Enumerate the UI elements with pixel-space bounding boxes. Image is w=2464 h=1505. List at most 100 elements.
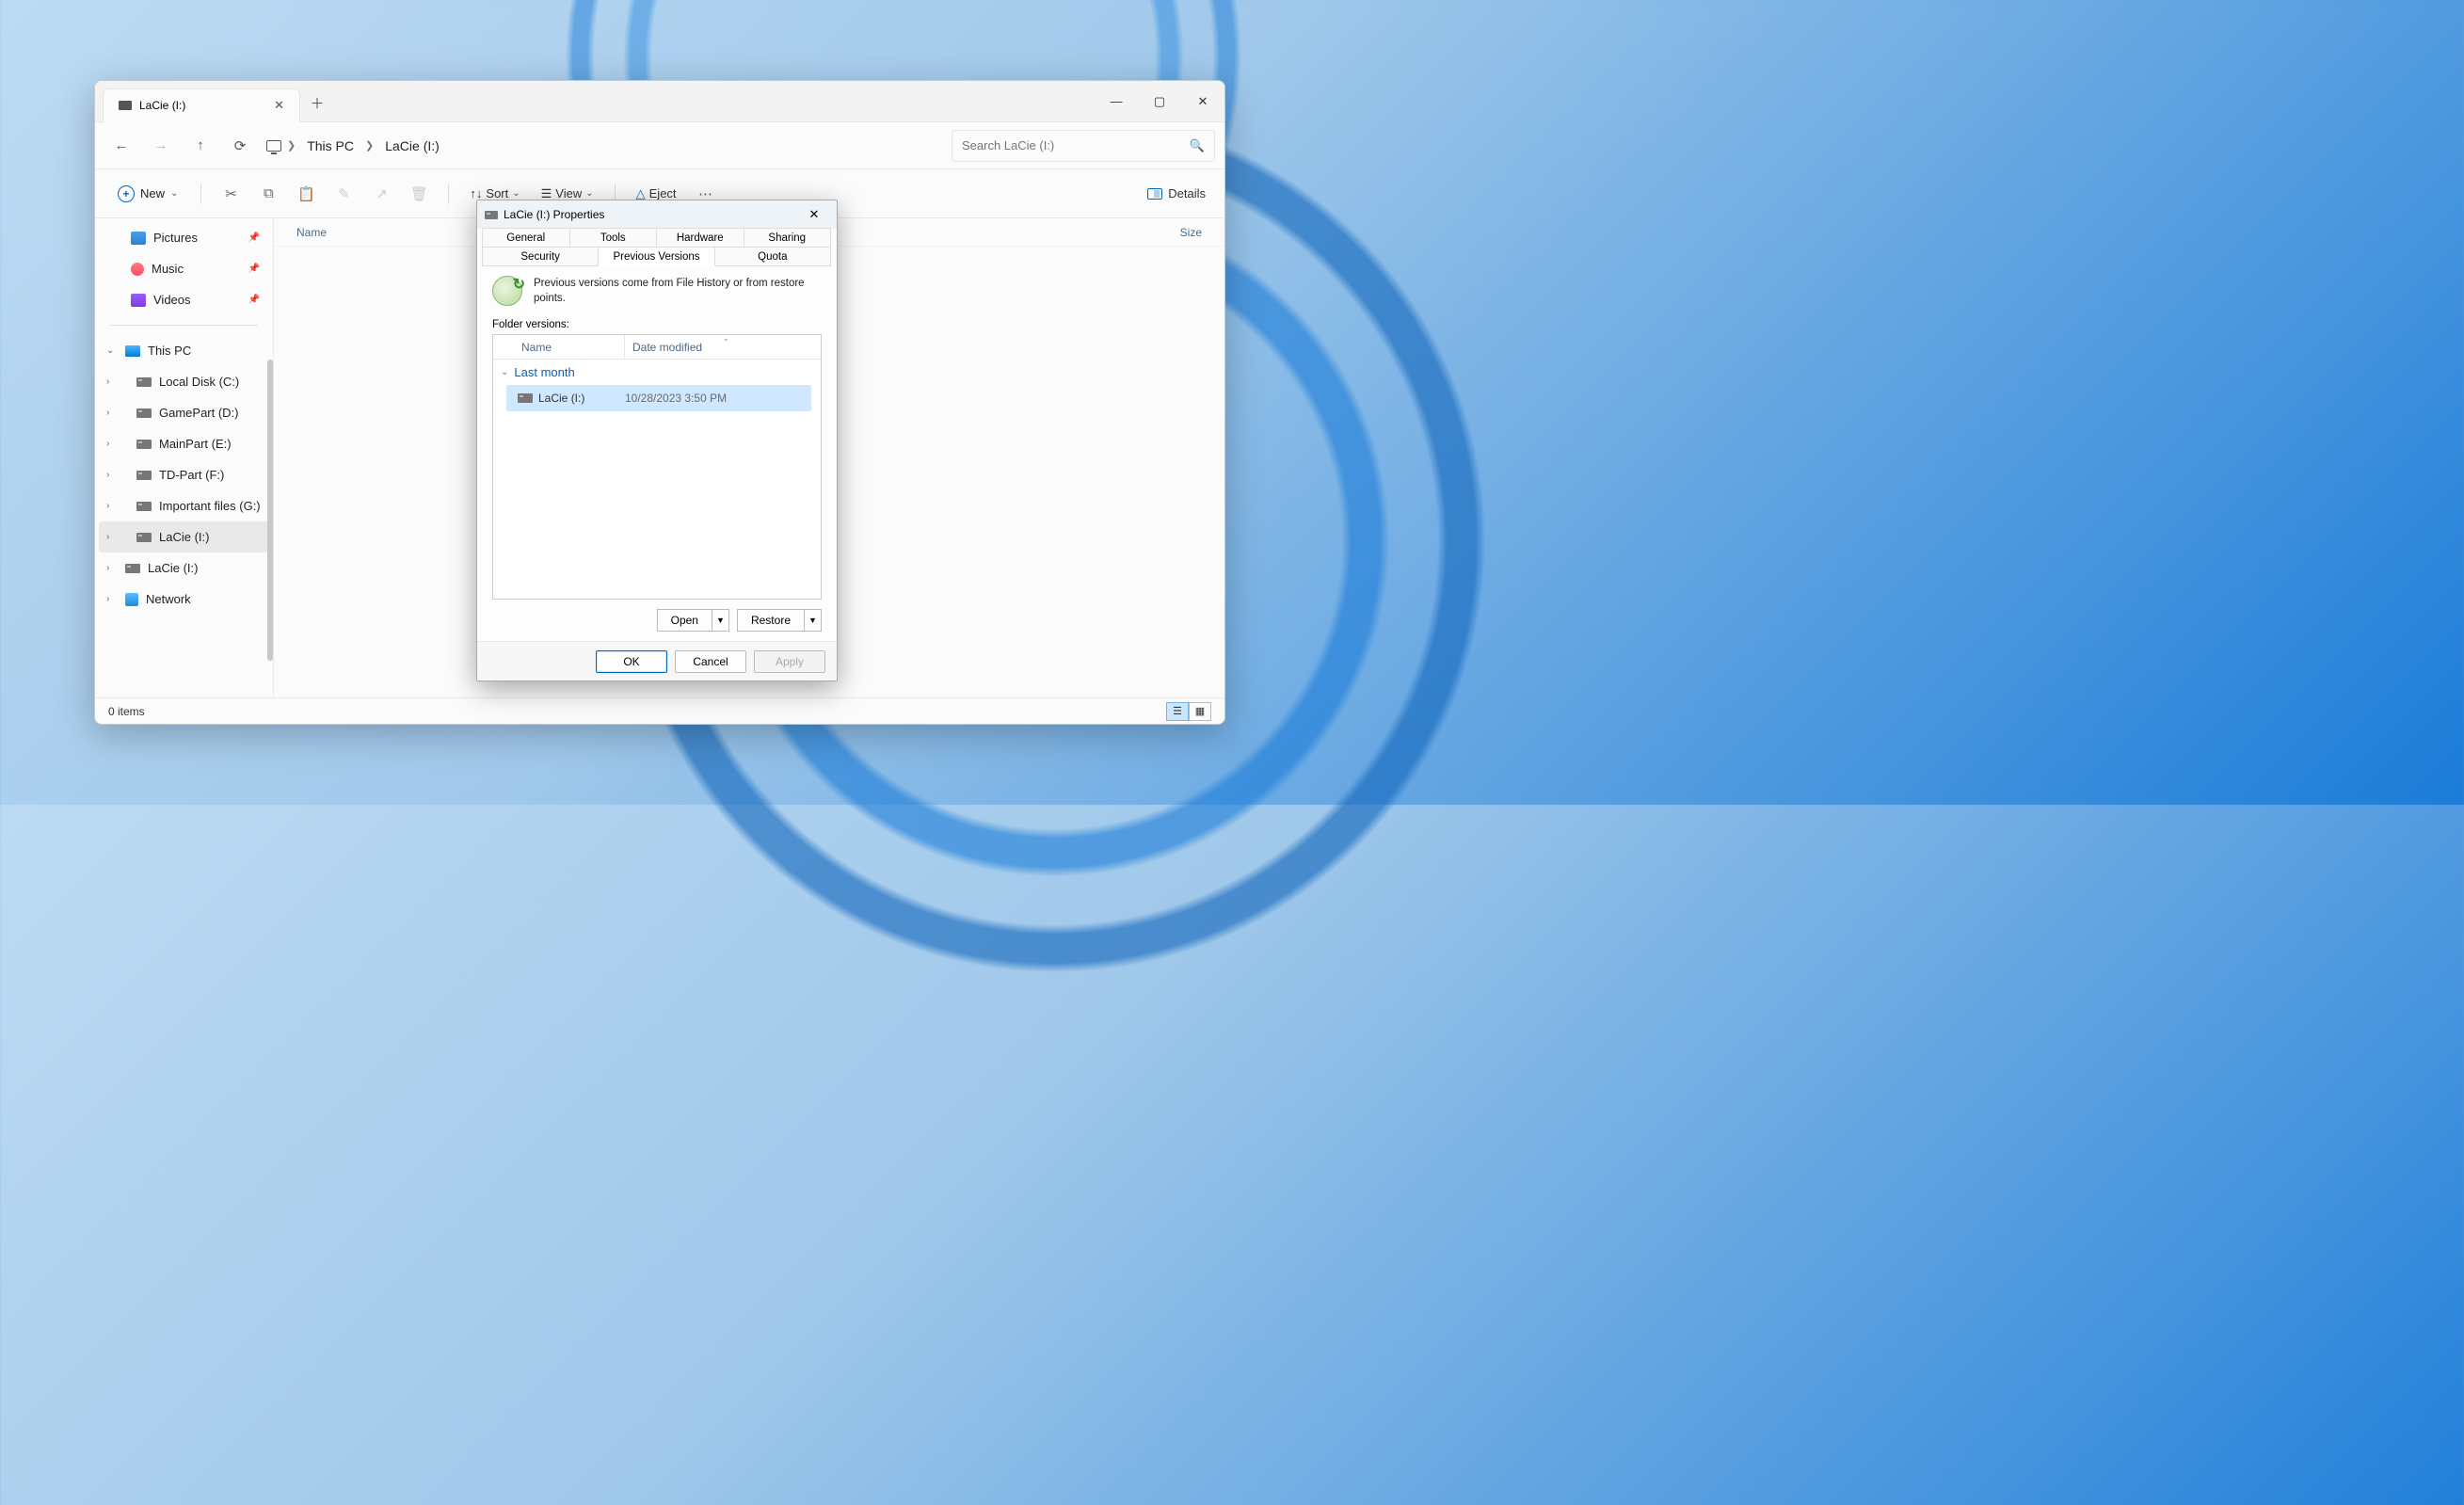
version-date: 10/28/2023 3:50 PM (625, 392, 727, 405)
details-pane-icon (1147, 188, 1162, 200)
share-icon[interactable]: ↗ (365, 178, 397, 210)
tab-sharing[interactable]: Sharing (744, 228, 832, 248)
minimize-button[interactable]: — (1095, 81, 1138, 122)
breadcrumb[interactable]: ❯ This PC ❯ LaCie (I:) (266, 135, 946, 157)
sidebar-item-drive[interactable]: ›LaCie (I:) (99, 521, 269, 552)
cut-icon[interactable]: ✂ (215, 178, 247, 210)
large-icons-view-button[interactable]: ▦ (1189, 702, 1211, 721)
tab-active[interactable]: LaCie (I:) ✕ (103, 88, 300, 122)
properties-dialog: LaCie (I:) Properties ✕ General Tools Ha… (476, 200, 838, 681)
chevron-right-icon[interactable]: › (106, 532, 109, 542)
plus-icon: + (118, 185, 135, 202)
search-icon[interactable]: 🔍 (1190, 138, 1205, 153)
sidebar-item-pictures[interactable]: Pictures 📌 (99, 222, 269, 253)
new-tab-button[interactable]: ＋ (300, 93, 334, 113)
tab-tools[interactable]: Tools (569, 228, 658, 248)
tab-security[interactable]: Security (482, 247, 599, 266)
chevron-down-icon[interactable]: ▼ (712, 610, 728, 631)
search-box[interactable]: 🔍 (952, 130, 1215, 162)
maximize-button[interactable]: ▢ (1138, 81, 1181, 122)
details-pane-button[interactable]: Details (1142, 183, 1211, 204)
dialog-close-button[interactable]: ✕ (799, 203, 829, 226)
chevron-right-icon: ❯ (361, 139, 377, 152)
new-button[interactable]: + New ⌄ (108, 178, 187, 210)
tab-previous-versions[interactable]: Previous Versions (598, 247, 714, 266)
tab-quota[interactable]: Quota (714, 247, 831, 266)
dialog-tabs-row1: General Tools Hardware Sharing (477, 229, 837, 248)
dialog-title: LaCie (I:) Properties (504, 208, 604, 221)
chevron-right-icon[interactable]: › (106, 439, 109, 449)
drive-icon (136, 502, 152, 511)
sort-indicator-icon: ⌄ (723, 334, 729, 343)
tab-hardware[interactable]: Hardware (656, 228, 744, 248)
version-col-date[interactable]: Date modified ⌄ (625, 335, 821, 359)
breadcrumb-current[interactable]: LaCie (I:) (379, 135, 445, 157)
chevron-right-icon[interactable]: › (106, 470, 109, 480)
back-button[interactable]: ← (104, 129, 138, 163)
pin-icon: 📌 (248, 295, 260, 305)
forward-button[interactable]: → (144, 129, 178, 163)
version-row[interactable]: LaCie (I:) 10/28/2023 3:50 PM (506, 385, 811, 411)
dialog-titlebar: LaCie (I:) Properties ✕ (477, 200, 837, 229)
close-button[interactable]: ✕ (1181, 81, 1224, 122)
versions-header[interactable]: Name Date modified ⌄ (493, 335, 821, 360)
details-view-button[interactable]: ☰ (1166, 702, 1189, 721)
ok-button[interactable]: OK (596, 650, 667, 673)
pictures-icon (131, 232, 146, 245)
sidebar: Pictures 📌 Music 📌 Videos 📌 ⌄ This PC ›L… (95, 218, 274, 697)
info-text: Previous versions come from File History… (534, 276, 822, 306)
chevron-right-icon[interactable]: › (106, 376, 109, 387)
copy-icon[interactable]: ⧉ (252, 178, 284, 210)
sidebar-item-drive[interactable]: ›MainPart (E:) (99, 428, 269, 459)
version-col-name[interactable]: Name (493, 335, 625, 359)
drive-icon (136, 533, 152, 542)
chevron-down-icon: ⌄ (512, 188, 520, 199)
chevron-right-icon[interactable]: › (106, 408, 109, 418)
breadcrumb-this-pc[interactable]: This PC (301, 135, 360, 157)
sidebar-item-videos[interactable]: Videos 📌 (99, 284, 269, 315)
sidebar-item-lacie-extra[interactable]: › LaCie (I:) (99, 552, 269, 584)
chevron-right-icon[interactable]: › (106, 563, 109, 573)
chevron-right-icon: ❯ (283, 139, 299, 152)
sidebar-item-this-pc[interactable]: ⌄ This PC (99, 335, 269, 366)
open-button[interactable]: Open ▼ (657, 609, 729, 632)
apply-button[interactable]: Apply (754, 650, 825, 673)
chevron-down-icon[interactable]: ▼ (804, 610, 821, 631)
rename-icon[interactable]: ✎ (328, 178, 360, 210)
chevron-right-icon[interactable]: › (106, 594, 109, 604)
column-name[interactable]: Name (296, 226, 466, 239)
cancel-button[interactable]: Cancel (675, 650, 746, 673)
pin-icon: 📌 (248, 232, 260, 243)
drive-icon (136, 471, 152, 480)
sidebar-item-drive[interactable]: ›Important files (G:) (99, 490, 269, 521)
versions-list[interactable]: Name Date modified ⌄ ⌄ Last month LaCie … (492, 334, 822, 600)
new-label: New (140, 186, 165, 200)
sidebar-item-drive[interactable]: ›TD-Part (F:) (99, 459, 269, 490)
chevron-down-icon: ⌄ (170, 188, 178, 199)
tab-general[interactable]: General (482, 228, 570, 248)
version-name: LaCie (I:) (506, 392, 625, 405)
drive-icon (136, 440, 152, 449)
sidebar-item-drive[interactable]: ›GamePart (D:) (99, 397, 269, 428)
sidebar-item-drive[interactable]: ›Local Disk (C:) (99, 366, 269, 397)
restore-icon (492, 276, 522, 306)
scrollbar[interactable] (267, 360, 273, 661)
window-controls: — ▢ ✕ (1095, 81, 1224, 122)
column-size[interactable]: Size (1180, 226, 1202, 239)
chevron-right-icon[interactable]: › (106, 501, 109, 511)
delete-icon[interactable]: 🗑 (403, 178, 435, 210)
paste-icon[interactable]: 📋 (290, 178, 322, 210)
refresh-button[interactable]: ⟳ (223, 129, 257, 163)
group-label: Last month (514, 365, 574, 379)
sidebar-item-network[interactable]: › Network (99, 584, 269, 615)
sort-icon: ↑↓ (470, 186, 482, 200)
chevron-down-icon[interactable]: ⌄ (106, 345, 114, 356)
search-input[interactable] (962, 138, 1182, 152)
tab-close-icon[interactable]: ✕ (274, 98, 284, 113)
up-button[interactable]: ↑ (184, 129, 217, 163)
version-group[interactable]: ⌄ Last month (493, 360, 821, 385)
sidebar-item-music[interactable]: Music 📌 (99, 253, 269, 284)
pc-icon (125, 345, 140, 357)
dialog-actions: Open ▼ Restore ▼ (492, 609, 822, 632)
restore-button[interactable]: Restore ▼ (737, 609, 822, 632)
